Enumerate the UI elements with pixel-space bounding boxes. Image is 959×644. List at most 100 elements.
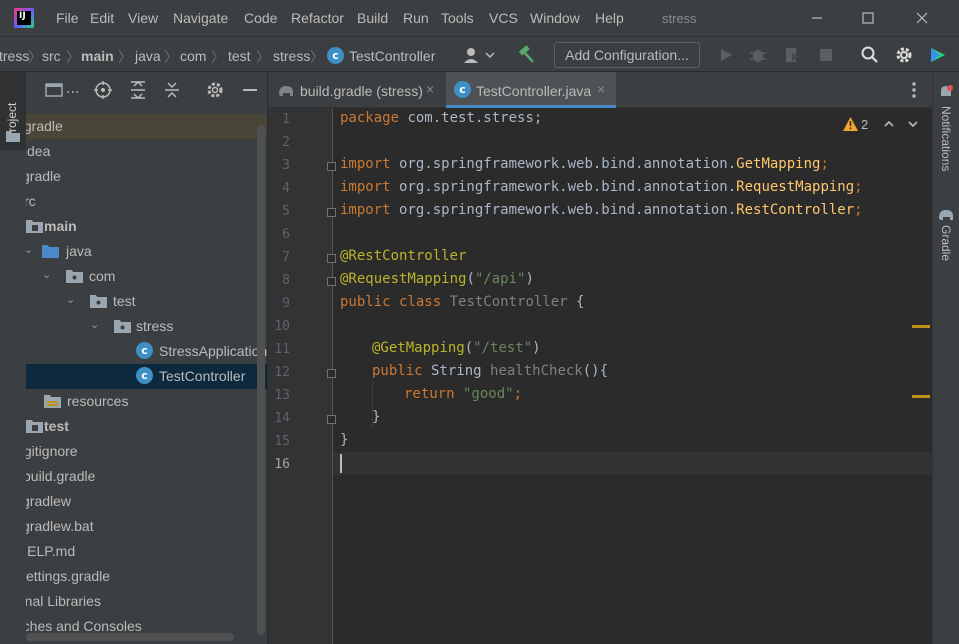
expand-arrow-icon[interactable]: ⌄	[26, 243, 33, 256]
tree-item[interactable]: External Libraries	[26, 589, 267, 614]
menu-run[interactable]: Run	[403, 10, 429, 26]
warning-marker[interactable]	[912, 395, 930, 398]
tree-item[interactable]: resources	[26, 389, 267, 414]
close-window-icon[interactable]	[912, 8, 932, 28]
add-configuration-button[interactable]: Add Configuration...	[554, 42, 700, 68]
menu-edit[interactable]: Edit	[90, 10, 114, 26]
warning-icon	[843, 117, 858, 131]
build-hammer-icon[interactable]	[516, 45, 536, 65]
tree-item[interactable]: c TestController	[26, 364, 267, 389]
breadcrumb-separator: 〉	[66, 50, 80, 66]
fold-marker-icon[interactable]	[327, 415, 336, 424]
tree-item[interactable]: build.gradle	[26, 464, 267, 489]
project-panel: ... .gradle .idea gradle src main ⌄ java…	[26, 72, 267, 644]
menu-refactor[interactable]: Refactor	[291, 10, 344, 26]
search-icon[interactable]	[860, 45, 880, 65]
fold-marker-icon[interactable]	[327, 208, 336, 217]
line-number: 6	[282, 227, 290, 242]
select-opened-file-icon[interactable]	[93, 80, 113, 100]
settings-gear-icon[interactable]	[894, 45, 914, 65]
fold-marker-icon[interactable]	[327, 369, 336, 378]
breadcrumb-src[interactable]: src	[42, 48, 61, 64]
left-tool-strip: Project	[0, 72, 26, 644]
line-number: 9	[282, 296, 290, 311]
run-icon[interactable]	[716, 45, 736, 65]
breadcrumb-test[interactable]: test	[228, 48, 251, 64]
line-number: 16	[274, 457, 290, 472]
fold-marker-icon[interactable]	[327, 277, 336, 286]
menu-tools[interactable]: Tools	[441, 10, 474, 26]
more-vertical-icon[interactable]	[906, 80, 922, 100]
menu-navigate[interactable]: Navigate	[173, 10, 228, 26]
tree-item[interactable]: test	[26, 414, 267, 439]
breadcrumb-testcontroller[interactable]: TestController	[349, 48, 435, 64]
tab-testcontroller[interactable]: c TestController.java ×	[446, 72, 616, 108]
maximize-icon[interactable]	[858, 8, 878, 28]
tree-item[interactable]: ⌄ java	[26, 239, 267, 264]
close-tab-icon[interactable]: ×	[426, 81, 434, 97]
collapse-all-icon[interactable]	[162, 80, 182, 100]
tree-item[interactable]: .gradle	[26, 114, 267, 139]
project-view-icon[interactable]	[44, 80, 64, 100]
fold-marker-icon[interactable]	[327, 254, 336, 263]
minimize-icon[interactable]	[807, 8, 827, 28]
fold-marker-icon[interactable]	[327, 162, 336, 171]
menu-file[interactable]: File	[56, 10, 79, 26]
menu-code[interactable]: Code	[244, 10, 277, 26]
debug-icon[interactable]	[748, 45, 768, 65]
tree-item[interactable]: src	[26, 189, 267, 214]
tree-item[interactable]: ⌄ stress	[26, 314, 267, 339]
breadcrumb-java[interactable]: java	[135, 48, 161, 64]
panel-settings-gear-icon[interactable]	[205, 80, 225, 100]
tree-horizontal-scrollbar[interactable]	[26, 633, 234, 641]
menu-view[interactable]: View	[128, 10, 158, 26]
tree-item[interactable]: .idea	[26, 139, 267, 164]
code-editor[interactable]: 1 2 3 4 5 6 7 8 9 10 11 12 13 14 15 16 p…	[268, 108, 932, 644]
tab-build-gradle[interactable]: build.gradle (stress) ×	[268, 72, 446, 108]
project-view-dropdown[interactable]: ...	[66, 81, 79, 97]
line-number: 10	[274, 319, 290, 334]
expand-arrow-icon[interactable]: ⌄	[90, 318, 99, 331]
line-number: 3	[282, 158, 290, 173]
line-number: 1	[282, 112, 290, 127]
expand-arrow-icon[interactable]: ⌄	[66, 293, 75, 306]
resources-folder-icon	[44, 395, 61, 408]
expand-arrow-icon[interactable]: ⌄	[42, 268, 51, 281]
class-icon: c	[454, 81, 471, 98]
project-tool-tab[interactable]: Project	[0, 72, 26, 150]
test-folder-icon	[26, 420, 43, 433]
tree-item[interactable]: ⌄ com	[26, 264, 267, 289]
menu-vcs[interactable]: VCS	[489, 10, 518, 26]
line-number: 4	[282, 181, 290, 196]
tree-item[interactable]: HELP.md	[26, 539, 267, 564]
breadcrumb-stress[interactable]: stress	[273, 48, 310, 64]
breadcrumb-main[interactable]: main	[81, 48, 114, 64]
inspection-widget[interactable]: 2	[843, 116, 933, 134]
hide-panel-icon[interactable]	[240, 80, 260, 100]
tree-item[interactable]: .gitignore	[26, 439, 267, 464]
tree-item[interactable]: c StressApplication	[26, 339, 267, 364]
breadcrumb-separator: 〉	[118, 50, 132, 66]
expand-all-icon[interactable]	[128, 80, 148, 100]
breadcrumb-project[interactable]: stress	[0, 48, 29, 64]
next-highlight-icon[interactable]	[907, 118, 919, 130]
code-with-me-icon[interactable]	[928, 45, 948, 65]
close-tab-icon[interactable]: ×	[597, 81, 605, 97]
tree-item[interactable]: settings.gradle	[26, 564, 267, 589]
previous-highlight-icon[interactable]	[883, 118, 895, 130]
java-source-folder-icon	[42, 245, 59, 258]
menu-help[interactable]: Help	[595, 10, 624, 26]
tree-item[interactable]: gradlew	[26, 489, 267, 514]
tree-item[interactable]: main	[26, 214, 267, 239]
breadcrumb-com[interactable]: com	[180, 48, 206, 64]
menu-window[interactable]: Window	[530, 10, 580, 26]
menu-build[interactable]: Build	[357, 10, 388, 26]
tree-vertical-scrollbar[interactable]	[257, 125, 265, 635]
run-with-coverage-icon[interactable]	[782, 45, 802, 65]
tree-item[interactable]: gradlew.bat	[26, 514, 267, 539]
user-account-icon[interactable]	[462, 45, 496, 65]
stop-icon[interactable]	[816, 45, 836, 65]
tree-item[interactable]: gradle	[26, 164, 267, 189]
warning-marker[interactable]	[912, 325, 930, 328]
tree-item[interactable]: ⌄ test	[26, 289, 267, 314]
